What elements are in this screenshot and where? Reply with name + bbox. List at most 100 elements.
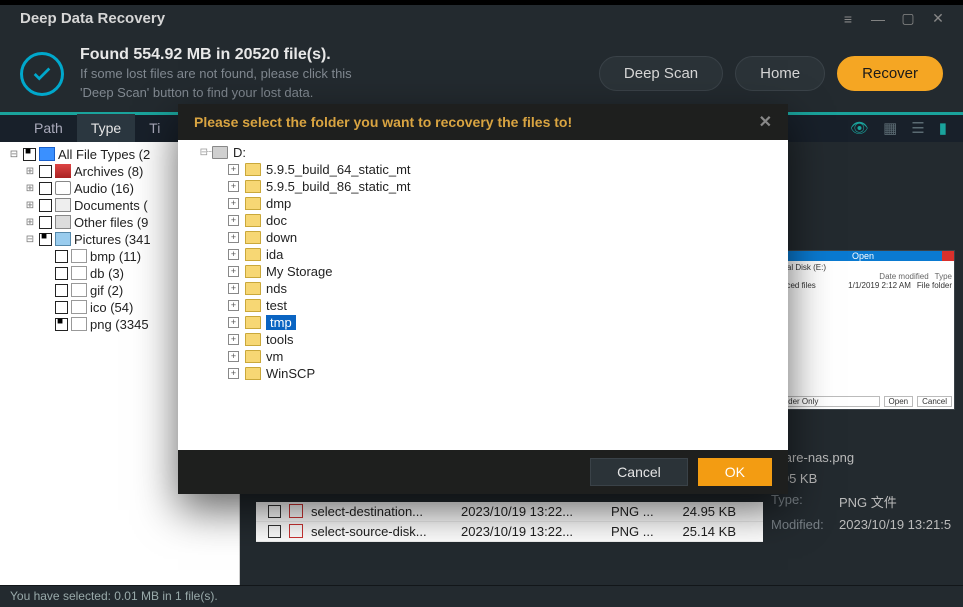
expand-icon[interactable]: + <box>228 317 239 328</box>
folder-icon <box>245 248 261 261</box>
folder-label: vm <box>266 349 283 364</box>
dialog-title: Please select the folder you want to rec… <box>194 114 572 130</box>
archive-icon <box>55 164 71 178</box>
checkbox[interactable] <box>23 148 36 161</box>
detail-view-icon[interactable]: ▮ <box>939 119 947 137</box>
thumb-type: File folder <box>917 281 952 290</box>
folder-tree-item[interactable]: +tools <box>184 331 782 348</box>
dialog-cancel-button[interactable]: Cancel <box>590 458 688 486</box>
thumb-drive: Local Disk (E:) <box>774 263 952 272</box>
expand-icon[interactable]: + <box>228 232 239 243</box>
close-button[interactable]: ✕ <box>923 10 953 27</box>
folder-tree-item[interactable]: +5.9.5_build_64_static_mt <box>184 161 782 178</box>
thumb-open: Open <box>884 396 914 407</box>
folder-tree-item[interactable]: +My Storage <box>184 263 782 280</box>
view-icons: 👁 ▦ ☰ ▮ <box>850 119 963 137</box>
win-settings-icon[interactable]: ≡ <box>833 11 863 27</box>
expand-icon[interactable]: + <box>228 164 239 175</box>
expand-icon[interactable]: + <box>228 198 239 209</box>
expand-icon[interactable]: + <box>228 334 239 345</box>
status-bar: You have selected: 0.01 MB in 1 file(s). <box>0 585 963 607</box>
checkbox[interactable] <box>55 250 68 263</box>
row-checkbox[interactable] <box>268 525 281 538</box>
folder-icon <box>245 316 261 329</box>
folder-tree-item[interactable]: + dmp <box>184 195 782 212</box>
expand-icon[interactable]: + <box>228 181 239 192</box>
tab-path[interactable]: Path <box>20 114 77 142</box>
maximize-button[interactable]: ▢ <box>893 10 923 27</box>
document-icon <box>55 198 71 212</box>
expand-icon[interactable]: + <box>228 266 239 277</box>
folder-label: tmp <box>266 315 296 330</box>
thumb-cancel: Cancel <box>917 396 952 407</box>
folder-icon <box>245 231 261 244</box>
meta-value: 2023/10/19 13:21:5 <box>839 517 951 532</box>
folder-tree-item[interactable]: +ida <box>184 246 782 263</box>
folder-label: down <box>266 230 297 245</box>
folder-label: nds <box>266 281 287 296</box>
thumb-col: Type <box>935 272 952 281</box>
file-icon <box>71 283 87 297</box>
checkbox[interactable] <box>39 233 52 246</box>
dialog-body[interactable]: ⊟┈D: +5.9.5_build_64_static_mt+5.9.5_bui… <box>178 140 788 450</box>
folder-tree-item[interactable]: + down <box>184 229 782 246</box>
folder-icon <box>245 299 261 312</box>
file-type: PNG ... <box>611 524 666 539</box>
folder-tree-item[interactable]: +5.9.5_build_86_static_mt <box>184 178 782 195</box>
file-status-icon <box>289 524 303 538</box>
expand-icon[interactable]: + <box>228 283 239 294</box>
dialog-close-button[interactable]: ✕ <box>759 112 772 132</box>
picture-icon <box>55 232 71 246</box>
folder-tree-item[interactable]: + tmp <box>184 314 782 331</box>
found-sub1: If some lost files are not found, please… <box>80 66 352 83</box>
deep-scan-button[interactable]: Deep Scan <box>599 56 723 91</box>
folder-icon <box>245 282 261 295</box>
folder-label: 5.9.5_build_86_static_mt <box>266 179 411 194</box>
preview-toggle-icon[interactable]: 👁 <box>850 119 869 137</box>
thumb-col: Date modified <box>879 272 928 281</box>
list-view-icon[interactable]: ☰ <box>911 119 924 137</box>
tree-label: gif (2) <box>90 283 123 298</box>
expand-icon[interactable]: + <box>228 351 239 362</box>
preview-meta: share-nas.png 9.05 KB Type:PNG 文件 Modifi… <box>771 450 955 532</box>
folder-tree-item[interactable]: + WinSCP <box>184 365 782 382</box>
folder-select-dialog: Please select the folder you want to rec… <box>178 104 788 494</box>
dialog-ok-button[interactable]: OK <box>698 458 772 486</box>
checkbox[interactable] <box>55 267 68 280</box>
expand-icon[interactable]: + <box>228 300 239 311</box>
checkbox[interactable] <box>55 284 68 297</box>
folder-tree-item[interactable]: +test <box>184 297 782 314</box>
minimize-button[interactable]: — <box>863 11 893 27</box>
expand-icon[interactable]: + <box>228 249 239 260</box>
folder-label: WinSCP <box>266 366 315 381</box>
tree-label: png (3345 <box>90 317 149 332</box>
expand-icon[interactable]: + <box>228 368 239 379</box>
tree-label: Other files (9 <box>74 215 148 230</box>
checkbox[interactable] <box>55 318 68 331</box>
checkbox[interactable] <box>39 199 52 212</box>
folder-tree-drive[interactable]: ⊟┈D: <box>184 144 782 161</box>
tabs: Path Type Ti <box>20 114 174 142</box>
file-size: 25.14 KB <box>666 524 736 539</box>
folder-label: dmp <box>266 196 291 211</box>
tab-type[interactable]: Type <box>77 114 135 142</box>
row-checkbox[interactable] <box>268 505 281 518</box>
grid-view-icon[interactable]: ▦ <box>883 119 897 137</box>
folder-tree-item[interactable]: + vm <box>184 348 782 365</box>
header-text: Found 554.92 MB in 20520 file(s). If som… <box>80 46 352 102</box>
recover-button[interactable]: Recover <box>837 56 943 91</box>
expand-icon[interactable]: + <box>228 215 239 226</box>
checkbox[interactable] <box>39 216 52 229</box>
thumb-filter: Folder Only <box>774 396 880 407</box>
folder-label: 5.9.5_build_64_static_mt <box>266 162 411 177</box>
tab-time[interactable]: Ti <box>135 114 174 142</box>
file-icon <box>71 266 87 280</box>
file-size: 24.95 KB <box>666 504 736 519</box>
folder-tree-item[interactable]: +doc <box>184 212 782 229</box>
checkbox[interactable] <box>39 182 52 195</box>
home-button[interactable]: Home <box>735 56 825 91</box>
checkbox[interactable] <box>55 301 68 314</box>
checkbox[interactable] <box>39 165 52 178</box>
tree-label: bmp (11) <box>90 249 141 264</box>
folder-tree-item[interactable]: + nds <box>184 280 782 297</box>
